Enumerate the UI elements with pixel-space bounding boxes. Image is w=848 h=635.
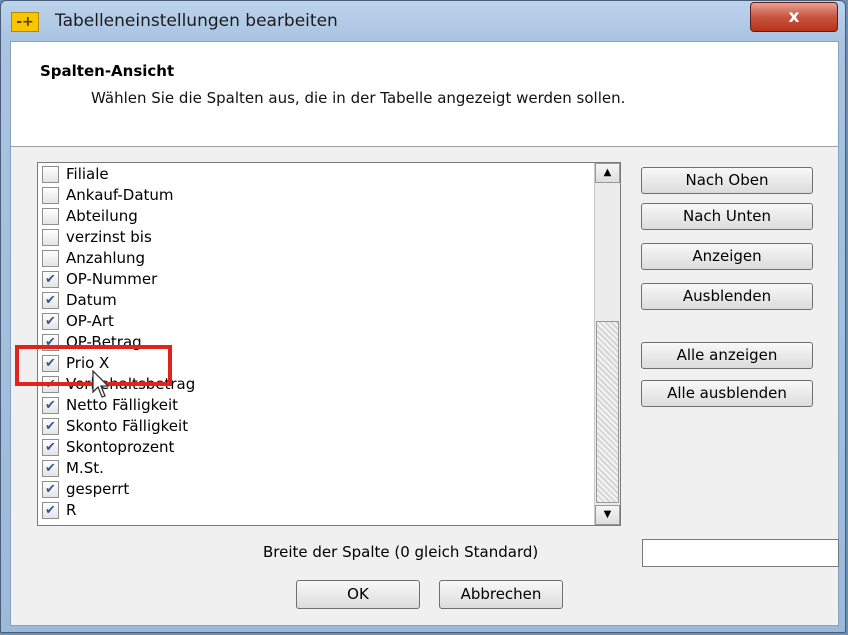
column-checkbox[interactable]: ✔ <box>42 502 59 519</box>
column-checkbox[interactable]: ✔ <box>42 397 59 414</box>
column-label: Datum <box>66 291 117 309</box>
list-item[interactable]: ✔ Skonto Fälligkeit <box>42 416 582 437</box>
column-checkbox[interactable] <box>42 250 59 267</box>
list-item[interactable]: Abteilung <box>42 206 582 227</box>
header-description: Wählen Sie die Spalten aus, die in der T… <box>91 89 626 107</box>
scroll-up-button[interactable]: ▲ <box>595 163 620 183</box>
move-down-button[interactable]: Nach Unten <box>641 203 813 230</box>
list-item[interactable]: Ankauf-Datum <box>42 185 582 206</box>
column-checkbox[interactable] <box>42 229 59 246</box>
column-checkbox[interactable] <box>42 208 59 225</box>
column-checkbox[interactable]: ✔ <box>42 313 59 330</box>
column-width-input[interactable] <box>642 539 839 567</box>
app-icon: -+ <box>11 12 39 32</box>
scroll-down-button[interactable]: ▼ <box>595 505 620 525</box>
list-item[interactable]: ✔ R <box>42 500 582 521</box>
column-label: OP-Nummer <box>66 270 158 288</box>
move-up-button[interactable]: Nach Oben <box>641 167 813 194</box>
header-title: Spalten-Ansicht <box>40 62 175 80</box>
column-width-label: Breite der Spalte (0 gleich Standard) <box>263 543 539 561</box>
dialog-content: Spalten-Ansicht Wählen Sie die Spalten a… <box>10 41 839 626</box>
column-label: Skonto Fälligkeit <box>66 417 189 435</box>
title-bar[interactable]: -+ Tabelleneinstellungen bearbeiten x <box>1 1 847 41</box>
column-label: Ankauf-Datum <box>66 186 174 204</box>
show-button[interactable]: Anzeigen <box>641 243 813 270</box>
list-item[interactable]: verzinst bis <box>42 227 582 248</box>
close-button[interactable]: x <box>750 2 838 32</box>
hide-button[interactable]: Ausblenden <box>641 283 813 310</box>
scroll-thumb[interactable] <box>596 321 619 503</box>
list-item[interactable]: ✔ Netto Fälligkeit <box>42 395 582 416</box>
column-list[interactable]: Filiale Ankauf-Datum Abteilung verzinst bis… <box>37 162 621 526</box>
column-label: R <box>66 501 77 519</box>
column-label: Skontoprozent <box>66 438 175 456</box>
hide-all-button[interactable]: Alle ausblenden <box>641 380 813 407</box>
cancel-button[interactable]: Abbrechen <box>439 580 563 609</box>
column-checkbox[interactable]: ✔ <box>42 460 59 477</box>
column-label: Filiale <box>66 165 109 183</box>
header-panel: Spalten-Ansicht Wählen Sie die Spalten a… <box>11 42 838 147</box>
column-checkbox[interactable]: ✔ <box>42 271 59 288</box>
column-checkbox[interactable]: ✔ <box>42 439 59 456</box>
ok-button[interactable]: OK <box>296 580 420 609</box>
column-label: gesperrt <box>66 480 130 498</box>
column-checkbox[interactable]: ✔ <box>42 292 59 309</box>
vertical-scrollbar[interactable]: ▲ ▼ <box>594 163 620 525</box>
show-all-button[interactable]: Alle anzeigen <box>641 342 813 369</box>
list-item[interactable]: ✔ M.St. <box>42 458 582 479</box>
dialog-window: -+ Tabelleneinstellungen bearbeiten x Sp… <box>0 0 846 633</box>
list-item[interactable]: ✔ gesperrt <box>42 479 582 500</box>
column-label: verzinst bis <box>66 228 152 246</box>
list-item[interactable]: ✔ Datum <box>42 290 582 311</box>
column-checkbox[interactable]: ✔ <box>42 481 59 498</box>
list-item[interactable]: ✔ OP-Art <box>42 311 582 332</box>
column-label: Anzahlung <box>66 249 146 267</box>
column-label: OP-Art <box>66 312 114 330</box>
window-title: Tabelleneinstellungen bearbeiten <box>55 11 338 31</box>
list-item[interactable]: Filiale <box>42 164 582 185</box>
column-checkbox[interactable]: ✔ <box>42 418 59 435</box>
column-label: M.St. <box>66 459 104 477</box>
column-checkbox[interactable] <box>42 166 59 183</box>
column-checkbox[interactable] <box>42 187 59 204</box>
column-label: Netto Fälligkeit <box>66 396 179 414</box>
mouse-cursor-icon <box>92 370 110 398</box>
list-item[interactable]: Anzahlung <box>42 248 582 269</box>
list-item[interactable]: ✔ Skontoprozent <box>42 437 582 458</box>
list-item[interactable]: ✔ OP-Nummer <box>42 269 582 290</box>
column-label: Abteilung <box>66 207 138 225</box>
